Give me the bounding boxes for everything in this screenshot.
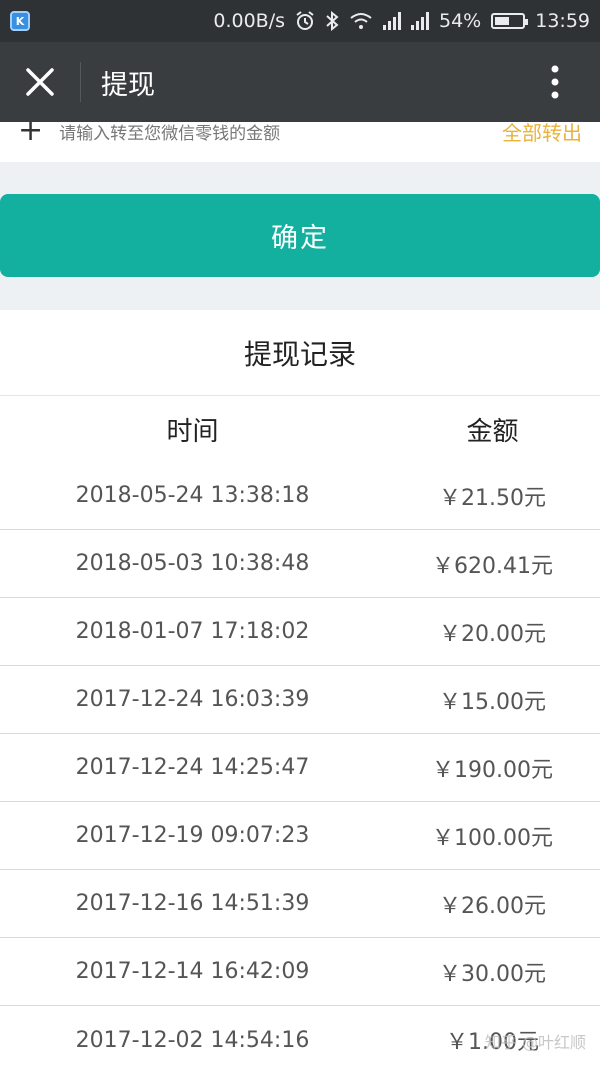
record-amount: ￥620.41元 — [432, 553, 553, 579]
record-row: 2017-12-24 16:03:39 ￥15.00元 — [0, 666, 600, 734]
record-row: 2018-05-03 10:38:48 ￥620.41元 — [0, 530, 600, 598]
wifi-icon — [350, 13, 372, 29]
close-icon — [26, 68, 54, 96]
record-row: 2017-12-24 14:25:47 ￥190.00元 — [0, 734, 600, 802]
records-title: 提现记录 — [0, 310, 600, 396]
clock: 13:59 — [535, 10, 590, 32]
alarm-icon — [296, 11, 314, 30]
record-amount: ￥190.00元 — [432, 757, 553, 783]
bluetooth-icon — [326, 11, 339, 31]
record-row: 2018-05-24 13:38:18 ￥21.50元 — [0, 462, 600, 530]
record-amount: ￥21.50元 — [439, 485, 546, 511]
network-speed: 0.00B/s — [213, 10, 285, 32]
record-time: 2018-05-03 10:38:48 — [75, 551, 310, 576]
record-time: 2017-12-19 09:07:23 — [75, 823, 310, 848]
record-amount: ￥30.00元 — [439, 961, 546, 987]
more-vertical-icon — [551, 65, 559, 99]
record-time: 2017-12-02 14:54:16 — [75, 1027, 310, 1053]
record-amount: ￥20.00元 — [439, 621, 546, 647]
record-time: 2017-12-14 16:42:09 — [75, 959, 310, 984]
record-row: 2017-12-16 14:51:39 ￥26.00元 — [0, 870, 600, 938]
record-amount: ￥26.00元 — [439, 893, 546, 919]
nav-bar: 提现 — [0, 42, 600, 122]
signal-icon — [383, 12, 401, 30]
header-time: 时间 — [166, 416, 219, 447]
watermark: 知乎 @叶红顺 — [484, 1033, 586, 1052]
amount-input-placeholder[interactable]: 请输入转至您微信零钱的金额 — [59, 119, 280, 144]
confirm-button[interactable]: 确定 — [0, 194, 600, 277]
more-button[interactable] — [510, 42, 600, 122]
record-amount: ￥100.00元 — [432, 825, 553, 851]
battery-fill — [495, 17, 510, 25]
battery-percent: 54% — [439, 10, 482, 32]
record-time: 2018-05-24 13:38:18 — [75, 483, 310, 508]
record-amount: ￥15.00元 — [439, 689, 546, 715]
battery-icon — [491, 13, 529, 29]
record-row: 2017-12-19 09:07:23 ￥100.00元 — [0, 802, 600, 870]
nav-divider — [80, 62, 81, 102]
close-button[interactable] — [0, 42, 80, 122]
status-indicators: 0.00B/s 54% 13:59 — [213, 10, 590, 32]
withdrawal-records: 提现记录 时间 金额 2018-05-24 13:38:18 ￥21.50元 201… — [0, 310, 600, 1067]
header-amount: 金额 — [466, 416, 519, 447]
record-time: 2018-01-07 17:18:02 — [75, 619, 310, 644]
record-time: 2017-12-24 14:25:47 — [75, 755, 310, 780]
record-row: 2017-12-14 16:42:09 ￥30.00元 — [0, 938, 600, 1006]
status-bar: K 0.00B/s 54% 13:59 — [0, 0, 600, 42]
record-time: 2017-12-24 16:03:39 — [75, 687, 310, 712]
records-header: 时间 金额 — [0, 396, 600, 462]
signal-icon-2 — [411, 12, 429, 30]
records-list: 2018-05-24 13:38:18 ￥21.50元 2018-05-03 10:… — [0, 462, 600, 1067]
page-title: 提现 — [101, 69, 155, 101]
record-row: 2018-01-07 17:18:02 ￥20.00元 — [0, 598, 600, 666]
app-notification-icon: K — [10, 11, 30, 31]
record-time: 2017-12-16 14:51:39 — [75, 891, 310, 916]
